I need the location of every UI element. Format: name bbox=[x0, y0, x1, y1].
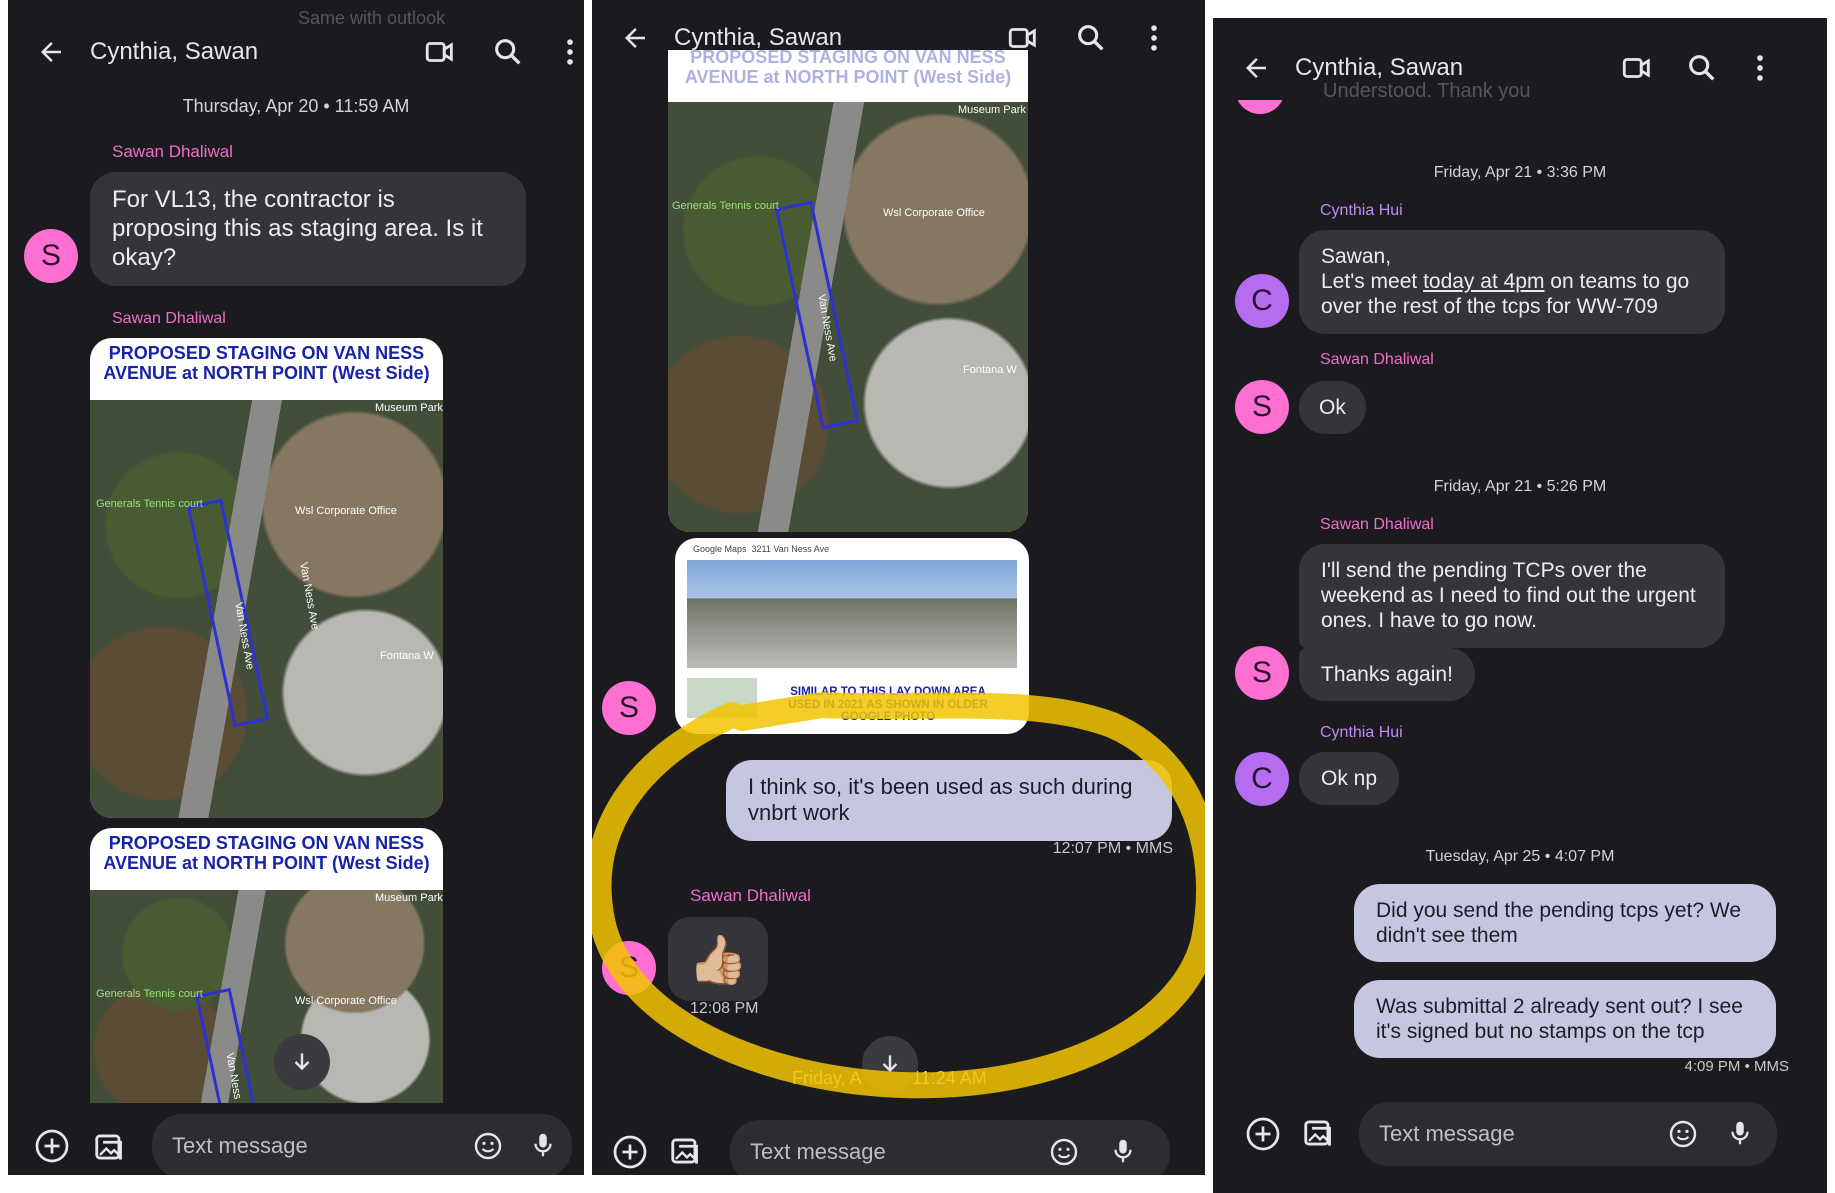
aerial-map-image: Van Ness Wsl Corporate Office Generals T… bbox=[90, 890, 443, 1103]
image-attachment[interactable]: PROPOSED STAGING ON VAN NESS AVENUE at N… bbox=[90, 828, 443, 1103]
map-label: Museum Park bbox=[375, 892, 443, 904]
search-icon[interactable] bbox=[491, 35, 525, 69]
conversation-title: Cynthia, Sawan bbox=[674, 24, 843, 51]
add-icon[interactable] bbox=[1245, 1116, 1281, 1152]
avatar[interactable]: S bbox=[1235, 646, 1289, 700]
sender-name: Sawan Dhaliwal bbox=[112, 310, 226, 327]
image-title: PROPOSED STAGING ON VAN NESS AVENUE at N… bbox=[684, 50, 1012, 87]
message-line: over the rest of the tcps for WW-709 bbox=[1321, 295, 1658, 319]
compose-bar: Text message bbox=[1213, 1094, 1827, 1174]
more-vert-icon[interactable] bbox=[1137, 21, 1171, 55]
message-bubble[interactable]: Sawan, Let's meet today at 4pm on teams … bbox=[1299, 230, 1725, 334]
sender-name: Sawan Dhaliwal bbox=[1320, 516, 1434, 533]
message-input-placeholder: Text message bbox=[1379, 1121, 1515, 1146]
map-label: Wsl Corporate Office bbox=[295, 995, 397, 1007]
mic-icon[interactable] bbox=[1108, 1134, 1138, 1168]
emoji-icon[interactable] bbox=[1048, 1136, 1080, 1168]
hand-drawn-highlight bbox=[592, 691, 1205, 1099]
conversation-panel-1: Same with outlook Cynthia, Sawan Thursda… bbox=[8, 0, 584, 1175]
more-vert-icon[interactable] bbox=[1743, 51, 1777, 85]
conversation-header: Cynthia, Sawan bbox=[8, 22, 584, 82]
sender-name: Sawan Dhaliwal bbox=[1320, 351, 1434, 368]
message-input[interactable]: Text message bbox=[1359, 1102, 1777, 1166]
aerial-map-image: Van Ness Ave Wsl Corporate Office Genera… bbox=[668, 102, 1028, 532]
image-title: PROPOSED STAGING ON VAN NESS AVENUE at N… bbox=[103, 343, 430, 383]
staging-area-outline bbox=[774, 200, 860, 430]
avatar[interactable]: C bbox=[1235, 274, 1289, 328]
aerial-map-image: Van Ness Ave Van Ness Ave Wsl Corporate … bbox=[90, 400, 443, 818]
staging-area-outline bbox=[186, 498, 270, 728]
date-header: Thursday, Apr 20 • 11:59 AM bbox=[182, 96, 410, 116]
conversation-panel-3: Understood. Thank you Cynthia, Sawan Fri… bbox=[1213, 18, 1827, 1193]
map-label: Wsl Corporate Office bbox=[883, 207, 985, 219]
gallery-icon[interactable] bbox=[1301, 1114, 1339, 1152]
emoji-icon[interactable] bbox=[472, 1130, 504, 1162]
image-attachment[interactable]: PROPOSED STAGING ON VAN NESS AVENUE at N… bbox=[90, 338, 443, 818]
map-label: Van Ness Ave bbox=[297, 561, 321, 631]
back-arrow-icon[interactable] bbox=[36, 37, 66, 67]
maps-label: Google Maps 3211 Van Ness Ave bbox=[693, 544, 830, 554]
video-call-icon[interactable] bbox=[423, 35, 457, 69]
conversation-title: Cynthia, Sawan bbox=[90, 38, 259, 65]
message-input[interactable]: Text message bbox=[730, 1120, 1170, 1175]
outgoing-message-bubble[interactable]: Did you send the pending tcps yet? We di… bbox=[1354, 884, 1776, 963]
message-input-placeholder: Text message bbox=[172, 1133, 308, 1158]
scroll-to-bottom-button[interactable] bbox=[274, 1034, 330, 1090]
message-line: Let's meet today at 4pm on teams to go bbox=[1321, 270, 1690, 294]
search-icon[interactable] bbox=[1685, 51, 1719, 85]
map-label: Generals Tennis court bbox=[96, 498, 203, 510]
image-title: PROPOSED STAGING ON VAN NESS AVENUE at N… bbox=[103, 833, 430, 873]
outgoing-message-bubble[interactable]: Was submittal 2 already sent out? I see … bbox=[1354, 980, 1776, 1059]
search-icon[interactable] bbox=[1074, 21, 1108, 55]
staging-area-outline bbox=[195, 987, 261, 1103]
street-view-photo bbox=[687, 560, 1017, 668]
conversation-title: Cynthia, Sawan bbox=[1295, 54, 1464, 81]
avatar[interactable]: S bbox=[1235, 380, 1289, 434]
video-call-icon[interactable] bbox=[1620, 51, 1654, 85]
date-header: Friday, Apr 21 • 5:26 PM bbox=[1433, 478, 1607, 495]
add-icon[interactable] bbox=[34, 1128, 70, 1164]
arrow-down-icon bbox=[294, 1053, 310, 1071]
message-bubble[interactable]: Ok np bbox=[1299, 752, 1400, 806]
date-header: Friday, Apr 21 • 3:36 PM bbox=[1433, 164, 1607, 181]
image-attachment[interactable]: PROPOSED STAGING ON VAN NESS AVENUE at N… bbox=[668, 50, 1028, 532]
conversation-header: Cynthia, Sawan bbox=[1213, 38, 1827, 98]
message-input-placeholder: Text message bbox=[750, 1139, 886, 1164]
map-label: Museum Park bbox=[958, 104, 1026, 116]
message-bubble[interactable]: Thanks again! bbox=[1299, 648, 1475, 702]
message-bubble[interactable]: I'll send the pending TCPs over the week… bbox=[1299, 544, 1725, 648]
gallery-icon[interactable] bbox=[668, 1132, 706, 1170]
message-line: Sawan, bbox=[1321, 245, 1392, 268]
link-text[interactable]: today at 4pm bbox=[1423, 270, 1544, 293]
back-arrow-icon[interactable] bbox=[620, 23, 650, 53]
map-label: Wsl Corporate Office bbox=[295, 505, 397, 517]
compose-bar: Text message bbox=[592, 1112, 1205, 1175]
message-bubble[interactable]: Ok bbox=[1299, 381, 1366, 435]
avatar[interactable]: C bbox=[1235, 752, 1289, 806]
back-arrow-icon[interactable] bbox=[1241, 53, 1271, 83]
map-label: Generals Tennis court bbox=[96, 988, 203, 1000]
sender-name: Sawan Dhaliwal bbox=[112, 142, 233, 161]
conversation-panel-2: Cynthia, Sawan PROPOSED STAGING ON VAN N… bbox=[592, 0, 1205, 1175]
gallery-icon[interactable] bbox=[92, 1128, 130, 1166]
mic-icon[interactable] bbox=[528, 1128, 558, 1162]
mic-icon[interactable] bbox=[1725, 1116, 1755, 1150]
message-bubble[interactable]: For VL13, the contractor is proposing th… bbox=[90, 172, 526, 287]
sender-name: Cynthia Hui bbox=[1320, 202, 1403, 219]
map-label: Fontana W bbox=[380, 650, 434, 662]
map-label: Generals Tennis court bbox=[672, 200, 779, 212]
add-icon[interactable] bbox=[612, 1134, 648, 1170]
more-vert-icon[interactable] bbox=[553, 35, 584, 69]
message-input[interactable]: Text message bbox=[152, 1114, 572, 1175]
date-header: Tuesday, Apr 25 • 4:07 PM bbox=[1425, 848, 1615, 865]
sender-name: Cynthia Hui bbox=[1320, 724, 1403, 741]
message-meta: 4:09 PM • MMS bbox=[1684, 1058, 1789, 1075]
compose-bar: Text message bbox=[8, 1108, 584, 1175]
emoji-icon[interactable] bbox=[1667, 1118, 1699, 1150]
map-label: Fontana W bbox=[963, 364, 1017, 376]
avatar[interactable]: S bbox=[24, 229, 78, 283]
map-label: Museum Park bbox=[375, 402, 443, 414]
